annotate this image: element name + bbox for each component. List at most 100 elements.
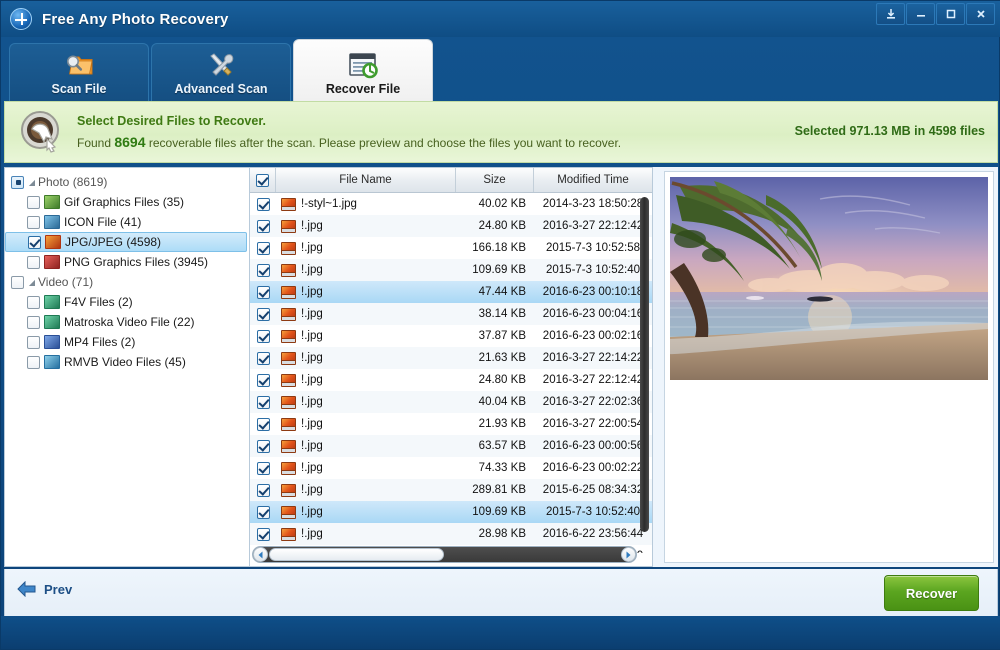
tree-checkbox[interactable]: [11, 176, 24, 189]
select-all-checkbox[interactable]: [256, 174, 269, 187]
row-checkbox-cell[interactable]: [250, 198, 276, 211]
tree-checkbox[interactable]: [27, 216, 40, 229]
cell-size: 40.04 KB: [456, 396, 534, 408]
table-row[interactable]: !.jpg21.93 KB2016-3-27 22:00:54: [250, 413, 652, 435]
vertical-scrollbar-thumb[interactable]: [640, 197, 649, 532]
tree-checkbox[interactable]: [27, 296, 40, 309]
table-row[interactable]: !.jpg37.87 KB2016-6-23 00:02:16: [250, 325, 652, 347]
table-row[interactable]: !.jpg289.81 KB2015-6-25 08:34:32: [250, 479, 652, 501]
row-checkbox-cell[interactable]: [250, 264, 276, 277]
tab-recover-file[interactable]: Recover File: [293, 39, 433, 101]
row-checkbox-cell[interactable]: [250, 506, 276, 519]
row-checkbox-cell[interactable]: [250, 374, 276, 387]
scroll-right-icon[interactable]: [621, 547, 636, 562]
row-checkbox[interactable]: [257, 220, 270, 233]
prev-button[interactable]: Prev: [17, 581, 72, 597]
vertical-scrollbar[interactable]: [639, 195, 650, 547]
row-checkbox[interactable]: [257, 330, 270, 343]
row-checkbox[interactable]: [257, 440, 270, 453]
scroll-left-icon[interactable]: [253, 547, 268, 562]
tree-item-jpg-jpeg-4598[interactable]: JPG/JPEG (4598): [5, 232, 247, 252]
maximize-icon[interactable]: [936, 3, 965, 25]
tree-checkbox[interactable]: [27, 196, 40, 209]
column-header-file-name[interactable]: File Name: [276, 168, 456, 192]
recover-button[interactable]: Recover: [884, 575, 979, 611]
table-row[interactable]: !.jpg24.80 KB2016-3-27 22:12:42: [250, 369, 652, 391]
selected-summary: Selected 971.13 MB in 4598 files: [795, 124, 985, 138]
table-row[interactable]: !.jpg63.57 KB2016-6-23 00:00:56: [250, 435, 652, 457]
row-checkbox[interactable]: [257, 242, 270, 255]
row-checkbox[interactable]: [257, 308, 270, 321]
tree-item-label: RMVB Video Files (45): [64, 355, 186, 369]
row-checkbox-cell[interactable]: [250, 396, 276, 409]
cell-modified-time: 2016-6-22 23:56:44: [534, 528, 652, 540]
tree-item-icon-file-41[interactable]: ICON File (41): [5, 212, 249, 232]
cell-file-name: !.jpg: [276, 462, 456, 475]
tree-checkbox[interactable]: [27, 336, 40, 349]
row-checkbox-cell[interactable]: [250, 308, 276, 321]
tree-item-f4v-files-2[interactable]: F4V Files (2): [5, 292, 249, 312]
tree-checkbox[interactable]: [27, 316, 40, 329]
column-header-size[interactable]: Size: [456, 168, 534, 192]
row-checkbox[interactable]: [257, 286, 270, 299]
row-checkbox-cell[interactable]: [250, 220, 276, 233]
mkv-file-icon: [44, 315, 60, 329]
table-row[interactable]: !.jpg47.44 KB2016-6-23 00:10:18: [250, 281, 652, 303]
row-checkbox[interactable]: [257, 462, 270, 475]
tree-item-photo-8619[interactable]: ◢Photo (8619): [5, 172, 249, 192]
row-checkbox-cell[interactable]: [250, 528, 276, 541]
row-checkbox-cell[interactable]: [250, 286, 276, 299]
tree-item-rmvb-video-files-45[interactable]: RMVB Video Files (45): [5, 352, 249, 372]
tree-checkbox[interactable]: [27, 356, 40, 369]
row-checkbox[interactable]: [257, 506, 270, 519]
horizontal-scrollbar-thumb[interactable]: [269, 548, 444, 561]
table-row[interactable]: !.jpg166.18 KB2015-7-3 10:52:58: [250, 237, 652, 259]
tree-item-video-71[interactable]: ◢Video (71): [5, 272, 249, 292]
row-checkbox-cell[interactable]: [250, 440, 276, 453]
table-row[interactable]: !.jpg109.69 KB2015-7-3 10:52:40: [250, 501, 652, 523]
table-row[interactable]: !.jpg24.80 KB2016-3-27 22:12:42: [250, 215, 652, 237]
close-icon[interactable]: [966, 3, 995, 25]
table-row[interactable]: !-styl~1.jpg40.02 KB2014-3-23 18:50:28: [250, 193, 652, 215]
file-name-text: !.jpg: [301, 352, 323, 364]
save-icon[interactable]: [876, 3, 905, 25]
row-checkbox[interactable]: [257, 484, 270, 497]
table-row[interactable]: !.jpg40.04 KB2016-3-27 22:02:36: [250, 391, 652, 413]
row-checkbox[interactable]: [257, 352, 270, 365]
wrench-tools-icon: [206, 50, 236, 80]
row-checkbox[interactable]: [257, 264, 270, 277]
select-all-header[interactable]: [250, 168, 276, 192]
expand-arrow-icon[interactable]: ◢: [26, 178, 38, 187]
minimize-icon[interactable]: [906, 3, 935, 25]
row-checkbox[interactable]: [257, 418, 270, 431]
tab-scan-file[interactable]: Scan File: [9, 43, 149, 101]
table-row[interactable]: !.jpg21.63 KB2016-3-27 22:14:22: [250, 347, 652, 369]
tree-item-mp4-files-2[interactable]: MP4 Files (2): [5, 332, 249, 352]
tree-item-matroska-video-file-22[interactable]: Matroska Video File (22): [5, 312, 249, 332]
row-checkbox[interactable]: [257, 396, 270, 409]
tab-advanced-scan[interactable]: Advanced Scan: [151, 43, 291, 101]
expand-arrow-icon[interactable]: ◢: [26, 278, 38, 287]
tree-checkbox[interactable]: [11, 276, 24, 289]
horizontal-scrollbar[interactable]: [252, 546, 637, 563]
table-row[interactable]: !.jpg38.14 KB2016-6-23 00:04:16: [250, 303, 652, 325]
tree-checkbox[interactable]: [28, 236, 41, 249]
row-checkbox[interactable]: [257, 374, 270, 387]
column-header-modified-time[interactable]: Modified Time: [534, 168, 652, 192]
row-checkbox-cell[interactable]: [250, 484, 276, 497]
tree-item-gif-graphics-files-35[interactable]: Gif Graphics Files (35): [5, 192, 249, 212]
table-row[interactable]: !.jpg28.98 KB2016-6-22 23:56:44: [250, 523, 652, 545]
row-checkbox-cell[interactable]: [250, 352, 276, 365]
row-checkbox-cell[interactable]: [250, 330, 276, 343]
tree-item-png-graphics-files-3945[interactable]: PNG Graphics Files (3945): [5, 252, 249, 272]
table-row[interactable]: !.jpg109.69 KB2015-7-3 10:52:40: [250, 259, 652, 281]
row-checkbox[interactable]: [257, 198, 270, 211]
row-checkbox-cell[interactable]: [250, 462, 276, 475]
tree-checkbox[interactable]: [27, 256, 40, 269]
table-row[interactable]: !.jpg74.33 KB2016-6-23 00:02:22: [250, 457, 652, 479]
row-checkbox-cell[interactable]: [250, 242, 276, 255]
file-name-text: !.jpg: [301, 462, 323, 474]
row-checkbox-cell[interactable]: [250, 418, 276, 431]
row-checkbox[interactable]: [257, 528, 270, 541]
cell-file-name: !-styl~1.jpg: [276, 198, 456, 211]
